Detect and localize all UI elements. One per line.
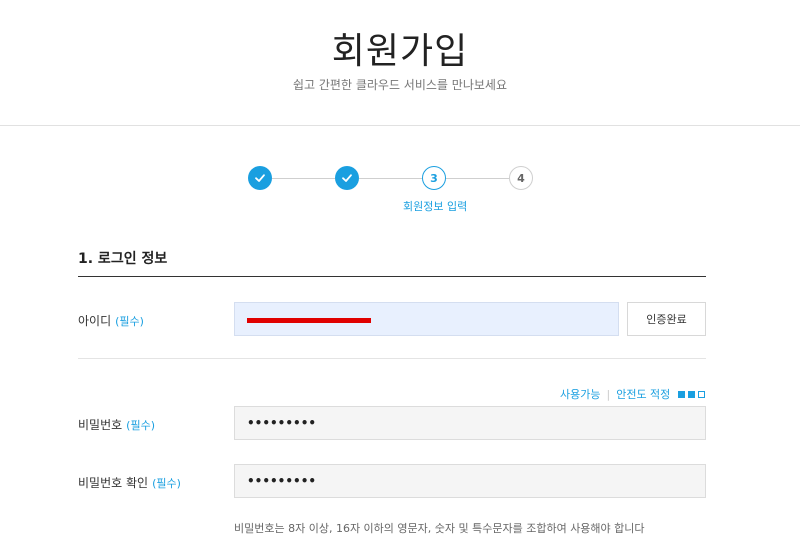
- signup-stepper: 3 4 회원정보 입력: [0, 164, 800, 214]
- redaction-mark: [247, 318, 371, 323]
- password-strength-meter: [678, 390, 708, 398]
- password-value: •••••••••: [247, 416, 317, 430]
- id-input[interactable]: [234, 302, 619, 336]
- step-3-caption: 회원정보 입력: [403, 200, 468, 213]
- password-hint: 비밀번호는 8자 이상, 16자 이하의 영문자, 숫자 및 특수문자를 조합하…: [234, 522, 645, 535]
- password-confirm-label-text: 비밀번호 확인: [78, 476, 149, 490]
- section-title-login-info: 1. 로그인 정보: [78, 251, 168, 267]
- step-connector: [359, 178, 422, 179]
- password-input[interactable]: •••••••••: [234, 406, 706, 440]
- page-header: 회원가입 쉽고 간편한 클라우드 서비스를 만나보세요: [0, 0, 800, 126]
- page-title: 회원가입: [331, 31, 469, 72]
- step-3-current: 3: [422, 166, 446, 190]
- step-connector: [272, 178, 335, 179]
- required-marker: (필수): [126, 419, 155, 432]
- required-marker: (필수): [115, 315, 144, 328]
- password-label-text: 비밀번호: [78, 418, 123, 432]
- id-field-label: 아이디 (필수): [78, 312, 144, 329]
- status-separator: |: [606, 387, 611, 401]
- check-icon: [255, 174, 265, 182]
- required-marker: (필수): [152, 477, 181, 490]
- step-4-pending: 4: [509, 166, 533, 190]
- strength-bar-empty: [698, 390, 706, 398]
- password-confirm-input[interactable]: •••••••••: [234, 464, 706, 498]
- field-divider: [78, 358, 706, 359]
- id-label-text: 아이디: [78, 314, 112, 328]
- password-confirm-value: •••••••••: [247, 474, 317, 488]
- strength-bar-filled: [678, 390, 686, 398]
- verify-complete-button[interactable]: 인증완료: [627, 302, 706, 336]
- step-1-complete: [248, 166, 272, 190]
- step-connector: [446, 178, 509, 179]
- step-2-complete: [335, 166, 359, 190]
- section-divider: [78, 276, 706, 277]
- password-field-label: 비밀번호 (필수): [78, 416, 155, 433]
- password-available-text: 사용가능: [560, 388, 601, 401]
- password-status: 사용가능 | 안전도 적정: [560, 386, 706, 402]
- password-safety-text: 안전도 적정: [616, 388, 671, 401]
- check-icon: [342, 174, 352, 182]
- page-subtitle: 쉽고 간편한 클라우드 서비스를 만나보세요: [293, 78, 507, 92]
- strength-bar-filled: [688, 390, 696, 398]
- password-confirm-field-label: 비밀번호 확인 (필수): [78, 474, 181, 491]
